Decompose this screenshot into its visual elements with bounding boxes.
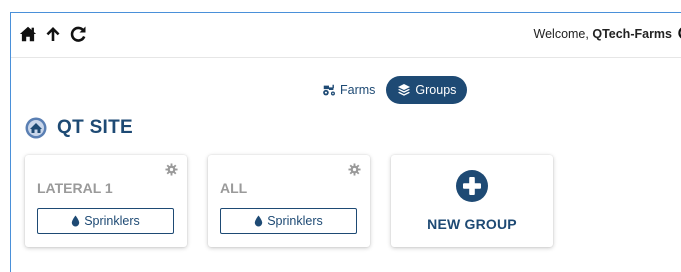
farms-toggle-button[interactable]: Farms xyxy=(311,76,386,104)
refresh-icon[interactable] xyxy=(69,25,87,43)
site-header: QT SITE xyxy=(25,117,133,139)
welcome-prefix: Welcome, xyxy=(533,27,593,41)
user-circle-icon[interactable] xyxy=(674,25,681,41)
sprinklers-button[interactable]: Sprinklers xyxy=(37,208,174,234)
view-toggle: Farms Groups xyxy=(311,76,468,104)
groups-toggle-button[interactable]: Groups xyxy=(386,76,468,104)
site-name: QT SITE xyxy=(57,117,133,138)
group-title: LATERAL 1 xyxy=(37,180,113,196)
group-card-lateral-1[interactable]: LATERAL 1 Sprinklers xyxy=(25,155,187,247)
home-icon[interactable] xyxy=(19,25,37,43)
droplet-icon xyxy=(254,215,263,227)
sprinklers-button-label: Sprinklers xyxy=(84,214,140,228)
top-bar: Welcome, QTech-Farms xyxy=(11,13,681,58)
droplet-icon xyxy=(71,215,80,227)
plus-circle-icon xyxy=(455,169,489,203)
welcome-message: Welcome, QTech-Farms xyxy=(534,27,672,41)
username[interactable]: QTech-Farms xyxy=(592,27,672,41)
group-title: ALL xyxy=(220,180,248,196)
new-group-label: NEW GROUP xyxy=(427,216,517,232)
arrow-up-icon[interactable] xyxy=(44,25,62,43)
app-frame: Welcome, QTech-Farms Farms Groups QT SIT… xyxy=(10,12,681,272)
group-card-all[interactable]: ALL Sprinklers xyxy=(208,155,370,247)
gear-icon[interactable] xyxy=(348,163,361,176)
sprinklers-button[interactable]: Sprinklers xyxy=(220,208,357,234)
farms-toggle-label: Farms xyxy=(340,83,376,97)
new-group-card[interactable]: NEW GROUP xyxy=(391,155,553,247)
groups-toggle-label: Groups xyxy=(415,83,457,97)
sprinklers-button-label: Sprinklers xyxy=(267,214,323,228)
gear-icon[interactable] xyxy=(165,163,178,176)
site-logo-icon xyxy=(25,117,47,139)
layers-icon xyxy=(397,83,411,97)
tractor-icon xyxy=(322,83,336,97)
